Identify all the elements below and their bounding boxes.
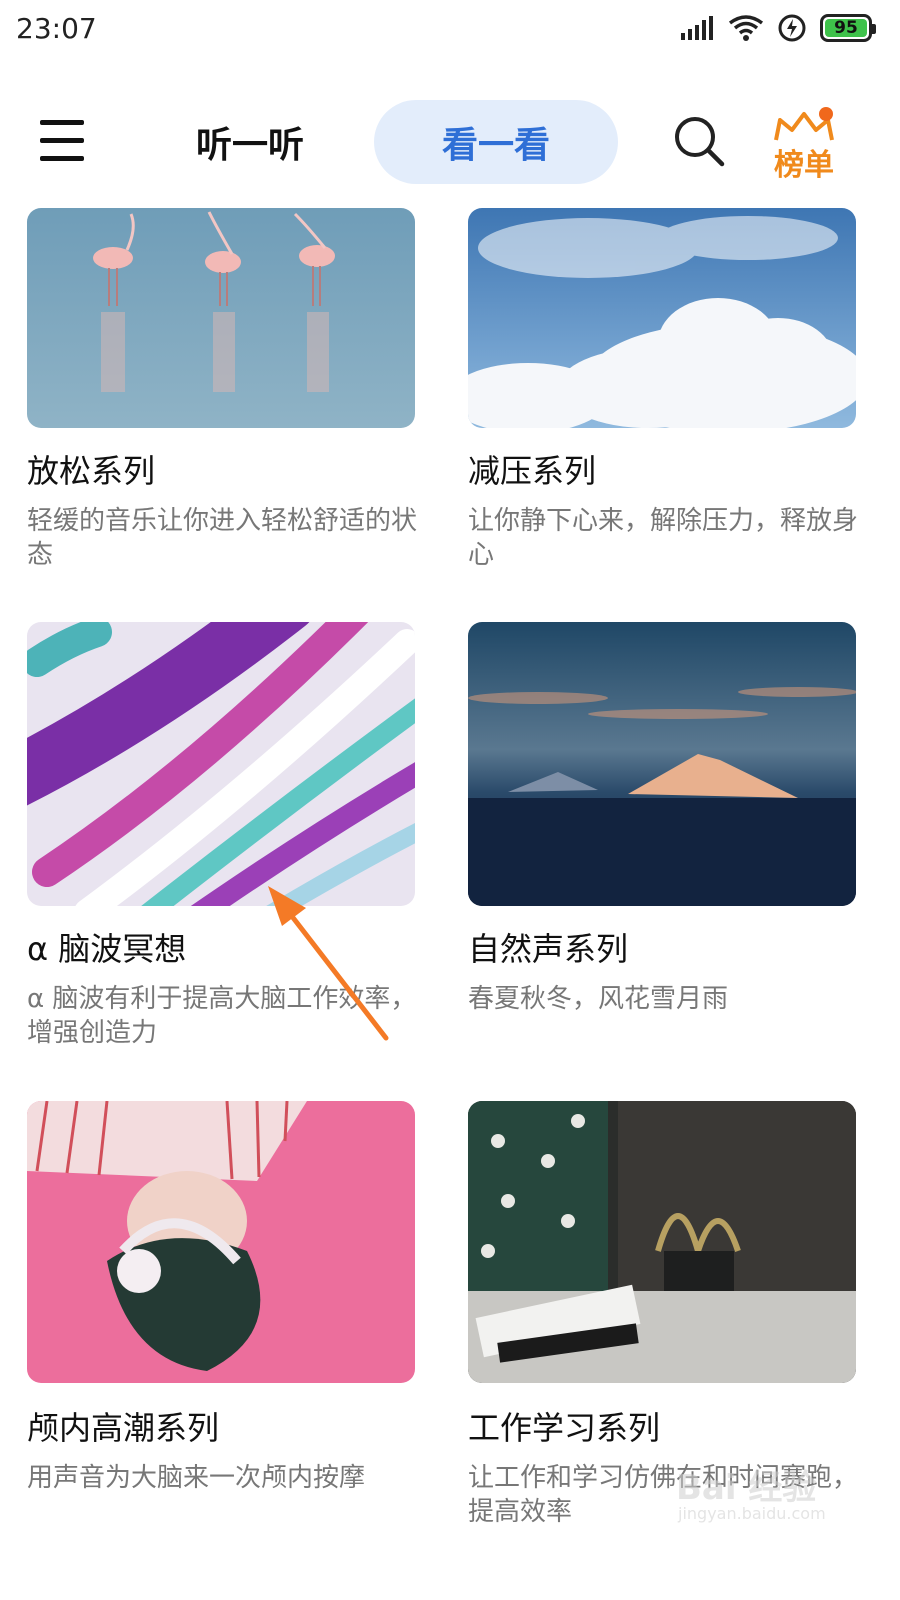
card-description: 用声音为大脑来一次颅内按摩: [27, 1463, 366, 1493]
card-image-books[interactable]: [468, 1101, 856, 1383]
card-image-flamingos[interactable]: [27, 208, 415, 428]
menu-icon[interactable]: [40, 118, 86, 164]
battery-icon: 95: [820, 14, 876, 42]
status-bar: 23:07 95: [0, 0, 900, 62]
wifi-icon: [728, 15, 764, 41]
status-icons: 95: [680, 14, 876, 42]
tab-watch[interactable]: 看一看: [374, 100, 618, 184]
card-description: 让工作和学习仿佛在和时间赛跑，提高效率: [468, 1463, 859, 1527]
charging-icon: [778, 14, 806, 42]
card-title: α 脑波冥想: [27, 930, 187, 968]
top-nav: 听一听 看一看 榜单: [0, 96, 900, 188]
signal-icon: [681, 16, 713, 40]
card-image-headphones[interactable]: [27, 1101, 415, 1383]
tab-listen[interactable]: 听一听: [150, 100, 350, 184]
card-image-clouds[interactable]: [468, 208, 856, 428]
rank-label: 榜单: [774, 148, 834, 183]
card-description: α 脑波有利于提高大脑工作效率，增强创造力: [27, 984, 417, 1048]
card-title: 自然声系列: [468, 930, 629, 968]
card-title: 工作学习系列: [468, 1409, 661, 1447]
card-title: 颅内高潮系列: [27, 1409, 220, 1447]
card-title: 放松系列: [27, 452, 156, 490]
card-description: 轻缓的音乐让你进入轻松舒适的状态: [27, 506, 418, 570]
card-description: 春夏秋冬，风花雪月雨: [468, 984, 729, 1014]
rank-button[interactable]: 榜单: [770, 106, 840, 183]
card-description: 让你静下心来，解除压力，释放身心: [468, 506, 859, 570]
card-image-fluid-art[interactable]: [27, 622, 415, 906]
battery-level: 95: [825, 18, 867, 38]
search-icon[interactable]: [672, 114, 726, 168]
card-image-mountain[interactable]: [468, 622, 856, 906]
status-time: 23:07: [16, 12, 97, 45]
card-title: 减压系列: [468, 452, 597, 490]
